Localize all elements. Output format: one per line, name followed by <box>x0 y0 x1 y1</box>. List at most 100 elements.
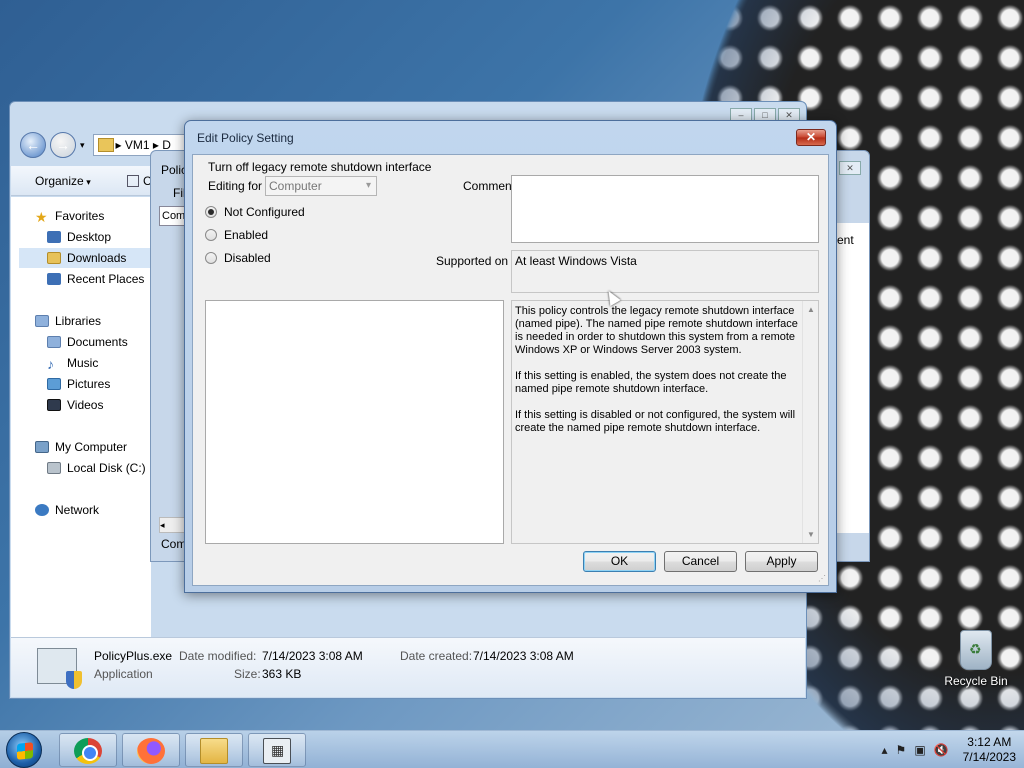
forward-button[interactable]: → <box>50 132 76 158</box>
nav-item-my-computer[interactable]: My Computer <box>35 437 127 457</box>
ok-button[interactable]: OK <box>583 551 656 572</box>
radio-dot <box>205 252 217 264</box>
disk-icon <box>47 462 61 474</box>
taskbar-firefox[interactable] <box>122 733 180 767</box>
nav-item-pictures[interactable]: Pictures <box>47 374 110 394</box>
show-hidden-icons-icon[interactable]: ▴ <box>882 743 888 757</box>
radio-disabled[interactable]: Disabled <box>205 251 271 265</box>
dialog-title: Edit Policy Setting <box>197 131 294 145</box>
nav-label: Downloads <box>67 251 127 265</box>
recycle-bin-icon <box>960 630 992 670</box>
radio-label: Disabled <box>224 251 271 265</box>
videos-icon <box>47 399 61 411</box>
nav-label: Network <box>55 503 100 517</box>
taskbar-policyplus[interactable] <box>248 733 306 767</box>
radio-dot <box>205 229 217 241</box>
policyplus-status: Com <box>161 537 187 551</box>
details-pane: PolicyPlus.exe Application Date modified… <box>11 637 805 697</box>
options-panel <box>205 300 504 544</box>
help-panel: This policy controls the legacy remote s… <box>511 300 819 544</box>
computer-icon <box>35 441 49 453</box>
help-paragraph: If this setting is disabled or not confi… <box>515 409 796 434</box>
scroll-down-icon[interactable]: ▼ <box>807 530 815 539</box>
resize-grip-icon[interactable]: ⋰ <box>818 574 826 583</box>
policy-name: Turn off legacy remote shutdown interfac… <box>208 160 432 174</box>
taskbar: ▴ ⚑ ▣ 🔇 3:12 AM 7/14/2023 <box>0 730 1024 768</box>
close-icon: ✕ <box>805 130 817 144</box>
nav-item-music[interactable]: ♪ Music <box>47 353 98 373</box>
size-label: Size: <box>234 667 261 681</box>
taskbar-chrome[interactable] <box>59 733 117 767</box>
address-arrow-icon: ▸ <box>115 138 125 152</box>
comment-textbox[interactable] <box>511 175 819 243</box>
back-button[interactable]: ← <box>20 132 46 158</box>
help-text: This policy controls the legacy remote s… <box>515 305 800 448</box>
nav-item-downloads[interactable]: Downloads <box>19 248 151 268</box>
nav-item-desktop[interactable]: Desktop <box>47 227 111 247</box>
date-modified-value: 7/14/2023 3:08 AM <box>262 649 363 663</box>
pictures-icon <box>47 378 61 390</box>
navigation-pane: ★ Favorites Desktop Downloads Recent Plac… <box>11 197 151 637</box>
nav-label: Favorites <box>55 209 105 223</box>
dialog-body: Turn off legacy remote shutdown interfac… <box>192 154 829 586</box>
nav-item-network[interactable]: Network <box>35 500 99 520</box>
radio-label: Enabled <box>224 228 269 242</box>
taskbar-explorer[interactable] <box>185 733 243 767</box>
documents-icon <box>47 336 61 348</box>
date-created-value: 7/14/2023 3:08 AM <box>473 649 574 663</box>
recycle-bin-label: Recycle Bin <box>944 674 1008 688</box>
firefox-icon <box>137 738 165 764</box>
help-paragraph: If this setting is enabled, the system d… <box>515 370 787 395</box>
size-value: 363 KB <box>262 667 302 681</box>
radio-dot <box>205 206 217 218</box>
nav-item-videos[interactable]: Videos <box>47 395 103 415</box>
volume-muted-icon[interactable]: 🔇 <box>934 743 949 757</box>
policyplus-list-panel: ent <box>837 223 869 533</box>
comment-label: Comment <box>463 179 516 193</box>
policyplus-column-fragment: ent <box>837 233 854 247</box>
nav-label: My Computer <box>55 440 128 454</box>
horizontal-scrollbar[interactable]: ◂ <box>159 517 185 533</box>
system-tray: ▴ ⚑ ▣ 🔇 3:12 AM 7/14/2023 <box>882 735 1016 765</box>
nav-item-favorites[interactable]: ★ Favorites <box>35 206 104 226</box>
cancel-button[interactable]: Cancel <box>664 551 737 572</box>
action-center-icon[interactable]: ⚑ <box>896 743 907 757</box>
scroll-up-icon[interactable]: ▲ <box>807 305 815 314</box>
explorer-folder-icon <box>200 738 228 764</box>
clock[interactable]: 3:12 AM 7/14/2023 <box>963 735 1016 765</box>
date-created-label: Date created: <box>400 649 473 663</box>
date-modified-label: Date modified: <box>179 649 257 663</box>
recent-places-icon <box>47 273 61 285</box>
chrome-icon <box>74 738 102 764</box>
file-type: Application <box>94 667 153 681</box>
network-status-icon[interactable]: ▣ <box>914 743 925 757</box>
network-icon <box>35 504 49 516</box>
address-crumb-vm1[interactable]: VM1 <box>125 138 150 152</box>
help-paragraph: This policy controls the legacy remote s… <box>515 305 798 356</box>
apply-button[interactable]: Apply <box>745 551 818 572</box>
nav-label: Desktop <box>67 230 112 244</box>
policyplus-close-button[interactable]: ✕ <box>839 161 861 175</box>
radio-not-configured[interactable]: Not Configured <box>205 205 305 219</box>
organize-button[interactable]: Organize <box>35 174 91 188</box>
nav-item-libraries[interactable]: Libraries <box>35 311 101 331</box>
clock-date: 7/14/2023 <box>962 750 1016 764</box>
policyplus-icon <box>263 738 291 764</box>
start-button[interactable] <box>6 732 42 768</box>
nav-item-local-disk[interactable]: Local Disk (C:) <box>47 458 146 478</box>
toolbar-next-button[interactable]: C <box>127 174 152 188</box>
editing-for-label: Editing for <box>208 179 263 193</box>
dialog-close-button[interactable]: ✕ <box>796 129 826 146</box>
edit-policy-dialog[interactable]: Edit Policy Setting ✕ Turn off legacy re… <box>184 120 837 593</box>
music-icon: ♪ <box>47 356 54 372</box>
nav-item-recent-places[interactable]: Recent Places <box>47 269 144 289</box>
nav-label: Documents <box>67 335 128 349</box>
radio-enabled[interactable]: Enabled <box>205 228 268 242</box>
editing-for-select[interactable]: Computer <box>265 176 377 196</box>
star-icon: ★ <box>35 209 48 225</box>
nav-label: Local Disk (C:) <box>67 461 146 475</box>
nav-item-documents[interactable]: Documents <box>47 332 128 352</box>
help-scrollbar[interactable]: ▲ ▼ <box>802 301 818 543</box>
recycle-bin[interactable]: Recycle Bin <box>944 630 1008 688</box>
history-dropdown-icon[interactable]: ▾ <box>80 140 85 151</box>
